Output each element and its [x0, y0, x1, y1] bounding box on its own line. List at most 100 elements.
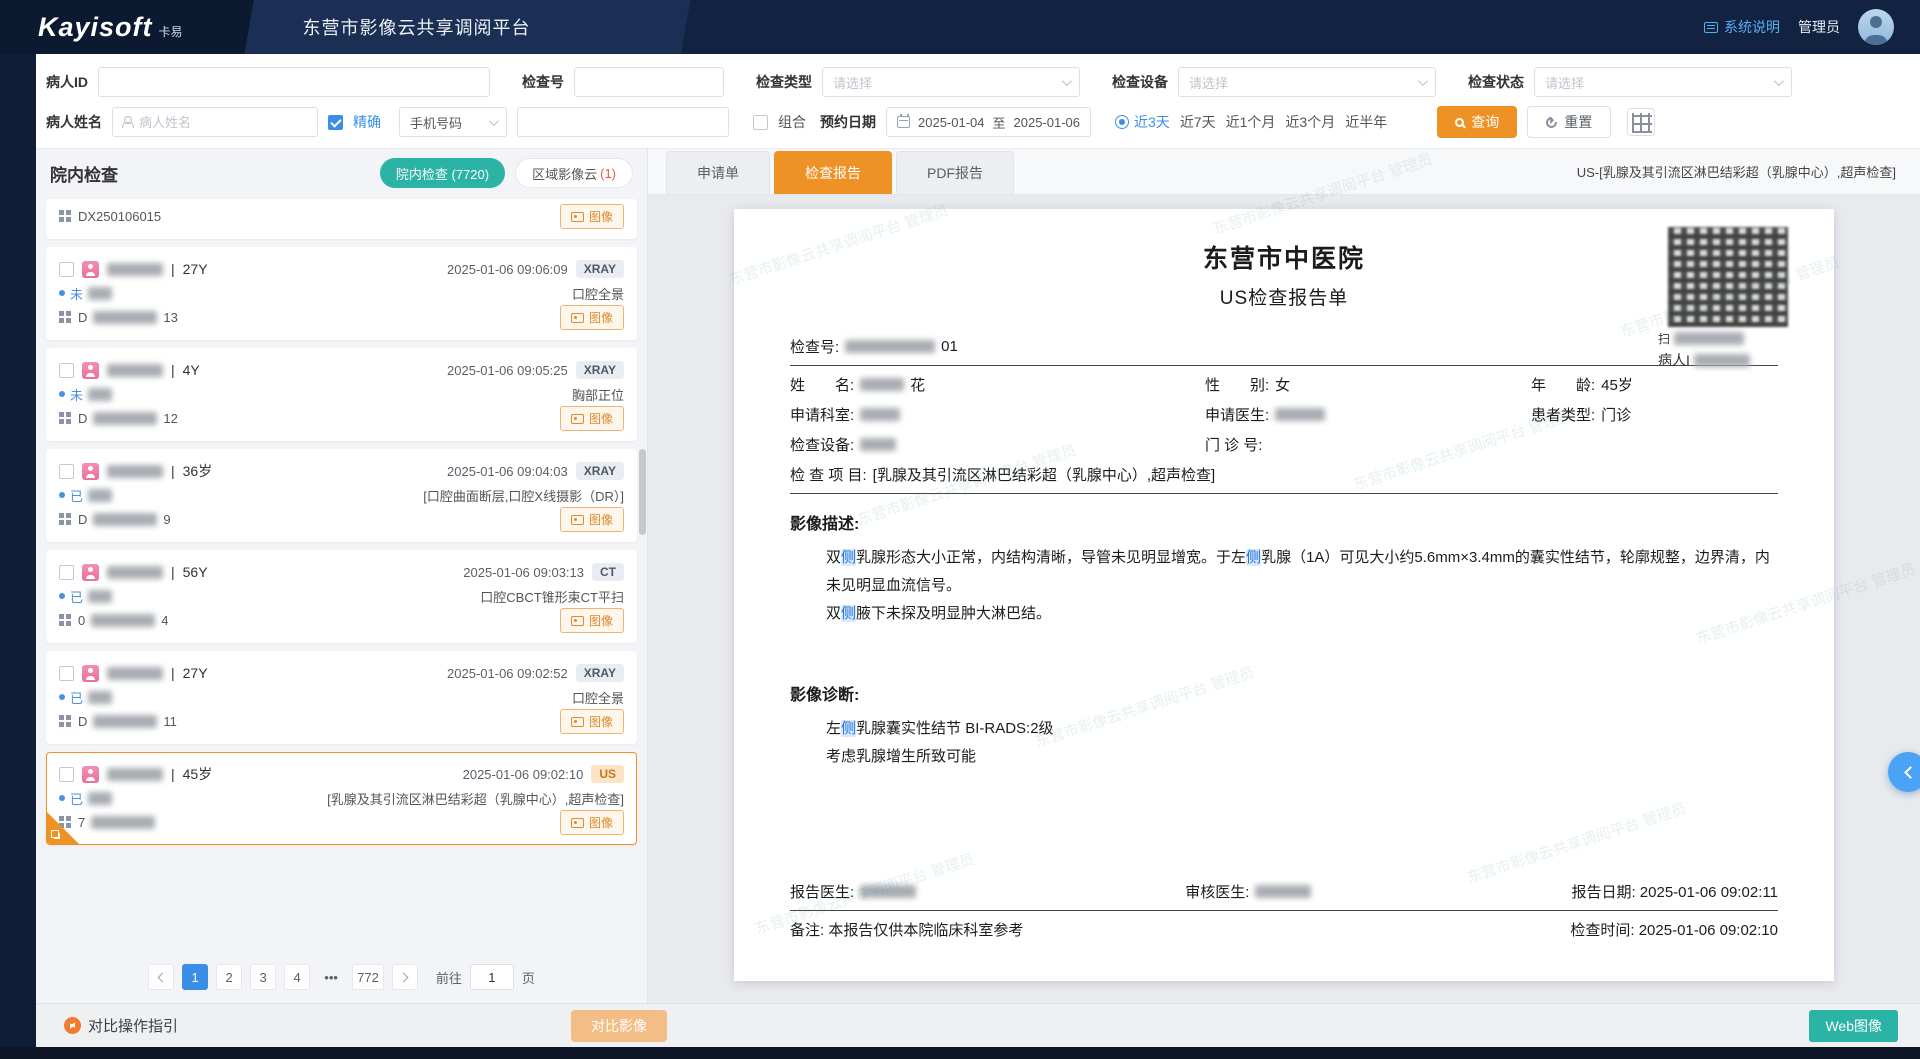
page-4[interactable]: 4 [284, 964, 310, 990]
status-dot-icon [59, 795, 65, 801]
exam-select-checkbox[interactable] [59, 666, 74, 681]
tab-regional-cloud[interactable]: 区域影像云 (1) [515, 158, 633, 188]
exam-status-select[interactable]: 请选择 [1534, 67, 1792, 97]
brand-name-cn: 卡易 [159, 23, 183, 40]
exam-select-checkbox[interactable] [59, 464, 74, 479]
image-button[interactable]: 图像 [560, 507, 624, 532]
name-age-separator: | [171, 665, 175, 681]
modality-badge: US [591, 765, 624, 783]
patient-age: 27Y [183, 261, 208, 277]
imaging-diagnosis-title: 影像诊断: [790, 681, 1778, 705]
study-number: D 12 [59, 411, 178, 426]
patient-age: 4Y [183, 362, 200, 378]
phone-field-select[interactable]: 手机号码 [399, 107, 507, 137]
name-age-separator: | [171, 564, 175, 580]
search-button[interactable]: 查询 [1437, 106, 1517, 138]
page-ellipsis[interactable]: ••• [318, 964, 344, 990]
patient-id-input[interactable] [98, 67, 490, 97]
image-button[interactable]: 图像 [560, 810, 624, 835]
picture-icon [571, 616, 584, 626]
patient-name-input[interactable] [139, 115, 309, 130]
collapse-panel-button[interactable] [1888, 752, 1920, 792]
image-button[interactable]: 图像 [560, 709, 624, 734]
web-image-button[interactable]: Web图像 [1809, 1010, 1898, 1042]
quick-range-6m[interactable]: 近半年 [1345, 112, 1387, 132]
image-button[interactable]: 图像 [560, 406, 624, 431]
quick-range-1m[interactable]: 近1个月 [1226, 112, 1276, 132]
system-help-link[interactable]: 系统说明 [1704, 17, 1780, 37]
tab-internal-exams[interactable]: 院内检查 (7720) [380, 158, 505, 188]
next-page-button[interactable] [392, 964, 418, 990]
study-number: D 13 [59, 310, 178, 325]
exam-no-label: 检查号 [522, 72, 564, 92]
tab-exam-report[interactable]: 检查报告 [774, 151, 892, 194]
phone-number-input[interactable] [517, 107, 729, 137]
radio-on-icon [1115, 115, 1129, 129]
goto-page-input[interactable] [470, 964, 514, 990]
exam-description: 口腔CBCT锥形束CT平扫 [120, 587, 624, 606]
quick-range-7d[interactable]: 近7天 [1180, 112, 1216, 132]
exam-description: 口腔全景 [120, 688, 624, 707]
image-button[interactable]: 图像 [560, 608, 624, 633]
picture-icon [571, 414, 584, 424]
patient-avatar-icon [82, 665, 99, 682]
panel-scrollbar[interactable] [639, 449, 646, 535]
patient-avatar-icon [82, 766, 99, 783]
layout-grid-button[interactable] [1627, 108, 1655, 136]
divider [790, 910, 1778, 911]
exam-list-item[interactable]: | 56Y 2025-01-06 09:03:13 CT 已 口腔CBCT锥形束… [46, 550, 637, 643]
read-status: 已 [59, 789, 112, 808]
modality-badge: CT [592, 563, 624, 581]
read-status: 未 [59, 284, 112, 303]
image-button[interactable]: 图像 [560, 305, 624, 330]
date-from: 2025-01-04 [918, 115, 985, 130]
page-1[interactable]: 1 [182, 964, 208, 990]
exam-list-item[interactable]: | 27Y 2025-01-06 09:02:52 XRAY 已 口腔全景 D … [46, 651, 637, 744]
exam-select-checkbox[interactable] [59, 565, 74, 580]
qr-code [1668, 227, 1788, 327]
patient-avatar-icon [82, 564, 99, 581]
report-note-row: 备注: 本报告仅供本院临床科室参考 检查时间: 2025-01-06 09:02… [790, 919, 1778, 940]
combo-checkbox[interactable] [753, 115, 768, 130]
chevron-right-icon [398, 972, 408, 982]
exam-no-input[interactable] [574, 67, 724, 97]
page-last[interactable]: 772 [352, 964, 384, 990]
tab-pdf-report[interactable]: PDF报告 [896, 151, 1014, 194]
current-user-label: 管理员 [1798, 17, 1840, 37]
image-button[interactable]: 图像 [560, 204, 624, 229]
chevron-down-icon [489, 116, 499, 126]
patient-name-field[interactable] [112, 107, 318, 137]
exam-list-item[interactable]: | 36岁 2025-01-06 09:04:03 XRAY 已 [口腔曲面断层… [46, 449, 637, 542]
exam-list-item[interactable]: | 4Y 2025-01-06 09:05:25 XRAY 未 胸部正位 D 1… [46, 348, 637, 441]
quick-range-3m[interactable]: 近3个月 [1285, 112, 1335, 132]
user-avatar[interactable] [1858, 9, 1894, 45]
compare-images-button[interactable]: 对比影像 [571, 1010, 667, 1042]
patient-name-redacted [107, 667, 163, 680]
name-age-separator: | [171, 766, 175, 782]
exam-list-item-partial[interactable]: DX250106015 图像 [46, 199, 637, 239]
study-number: DX250106015 [59, 209, 161, 224]
date-range-picker[interactable]: 2025-01-04 至 2025-01-06 [886, 107, 1091, 137]
compare-guide-link[interactable]: 对比操作指引 [64, 1015, 178, 1036]
page-2[interactable]: 2 [216, 964, 242, 990]
status-dot-icon [59, 492, 65, 498]
quick-range-3d[interactable]: 近3天 [1115, 112, 1170, 132]
tab-request-form[interactable]: 申请单 [666, 151, 770, 194]
date-to: 2025-01-06 [1014, 115, 1081, 130]
exam-device-select[interactable]: 请选择 [1178, 67, 1436, 97]
exam-type-select[interactable]: 请选择 [822, 67, 1080, 97]
patient-avatar-icon [82, 362, 99, 379]
modality-badge: XRAY [576, 462, 624, 480]
read-status: 未 [59, 385, 112, 404]
page-3[interactable]: 3 [250, 964, 276, 990]
exam-list-item[interactable]: | 45岁 2025-01-06 09:02:10 US 已 [乳腺及其引流区淋… [46, 752, 637, 845]
grid-icon [59, 715, 64, 720]
exam-select-checkbox[interactable] [59, 262, 74, 277]
exact-match-checkbox[interactable] [328, 115, 343, 130]
prev-page-button[interactable] [148, 964, 174, 990]
exam-select-checkbox[interactable] [59, 767, 74, 782]
patient-type: 门诊 [1601, 404, 1631, 425]
reset-button[interactable]: 重置 [1527, 106, 1611, 138]
exam-select-checkbox[interactable] [59, 363, 74, 378]
exam-list-item[interactable]: | 27Y 2025-01-06 09:06:09 XRAY 未 口腔全景 D … [46, 247, 637, 340]
